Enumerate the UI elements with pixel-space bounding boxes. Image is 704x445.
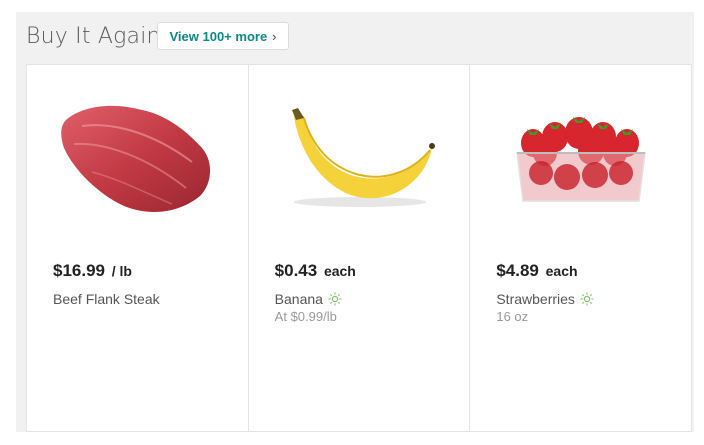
price-unit: / lb	[111, 263, 132, 279]
product-price: $0.43 each	[275, 261, 356, 281]
section-title: Buy It Again	[26, 24, 161, 49]
banana-image[interactable]	[249, 87, 470, 227]
price-value: $0.43	[274, 261, 318, 280]
product-price: $4.89 each	[496, 261, 577, 281]
product-card[interactable]: $4.89 each Strawberries 16 oz	[470, 65, 691, 431]
buy-it-again-panel: Buy It Again View 100+ more › $16.99 / l…	[16, 12, 694, 432]
sun-icon	[580, 292, 594, 306]
price-unit: each	[545, 263, 578, 279]
product-name[interactable]: Banana	[275, 291, 342, 307]
product-detail: At $0.99/lb	[274, 309, 337, 324]
strawberries-image[interactable]	[470, 87, 691, 227]
product-detail: 16 oz	[496, 309, 529, 324]
price-unit: each	[323, 263, 356, 279]
view-more-button[interactable]: View 100+ more ›	[157, 22, 289, 50]
product-card[interactable]: $0.43 each Banana At $0.99/lb	[249, 65, 471, 431]
beef-steak-image[interactable]	[27, 87, 248, 227]
product-name[interactable]: Strawberries	[496, 291, 594, 307]
product-name-label: Beef Flank Steak	[53, 291, 160, 307]
price-value: $4.89	[496, 261, 539, 280]
product-name-label: Strawberries	[496, 291, 575, 307]
product-name[interactable]: Beef Flank Steak	[53, 291, 160, 307]
product-card[interactable]: $16.99 / lb Beef Flank Steak	[27, 65, 249, 431]
product-price: $16.99 / lb	[53, 261, 132, 281]
product-name-label: Banana	[274, 291, 323, 307]
chevron-right-icon: ›	[272, 28, 277, 44]
product-list: $16.99 / lb Beef Flank Steak $0.43 each …	[26, 64, 692, 432]
sun-icon	[328, 292, 342, 306]
view-more-label: View 100+ more	[169, 28, 268, 44]
price-value: $16.99	[53, 261, 105, 280]
section-header: Buy It Again View 100+ more ›	[16, 12, 694, 64]
